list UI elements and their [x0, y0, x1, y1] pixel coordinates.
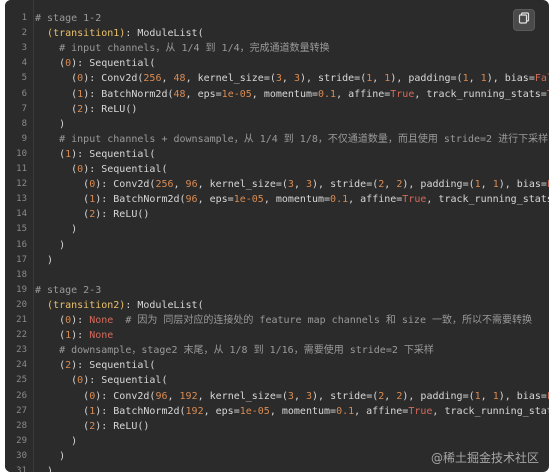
code-text: )	[35, 466, 54, 472]
watermark: @稀土掘金技术社区	[430, 451, 539, 465]
code-block: 1 # stage 1-2 2 (transition1): ModuleList(…	[5, 0, 549, 472]
copy-button[interactable]	[513, 9, 535, 31]
copy-icon	[518, 11, 530, 29]
line-number: 31	[16, 466, 27, 472]
